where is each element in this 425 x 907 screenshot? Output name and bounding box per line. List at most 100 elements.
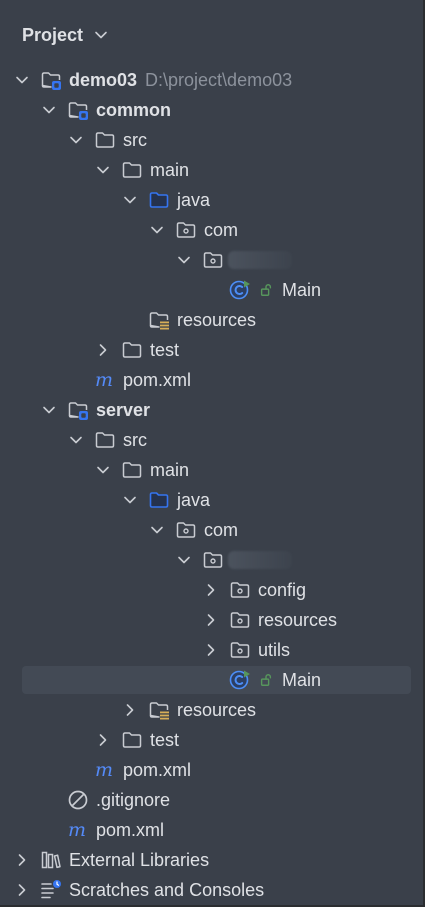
tree-node-server-resources[interactable]: resources <box>0 695 423 725</box>
tree-node-common-main-class[interactable]: Main <box>0 275 423 305</box>
tree-node-label: pom.xml <box>96 820 165 840</box>
collapsed-arrow-icon[interactable] <box>203 582 219 598</box>
module-path: D:\project\demo03 <box>145 70 293 90</box>
maven-icon <box>94 759 116 781</box>
tree-node-label: pom.xml <box>123 370 192 390</box>
collapsed-arrow-icon[interactable] <box>95 342 111 358</box>
collapsed-arrow-icon[interactable] <box>203 612 219 628</box>
tree-node-common-package[interactable] <box>0 245 423 275</box>
tree-node-external-libraries[interactable]: External Libraries <box>0 845 423 875</box>
expanded-arrow-icon[interactable] <box>122 192 138 208</box>
tree-node-label: test <box>150 730 180 750</box>
tree-node-common[interactable]: common <box>0 95 423 125</box>
tree-node-label: Main <box>282 670 322 690</box>
tree-node-scratches[interactable]: Scratches and Consoles <box>0 875 423 905</box>
tree-node-common-src[interactable]: src <box>0 125 423 155</box>
tree-node-common-com[interactable]: com <box>0 215 423 245</box>
expanded-arrow-icon[interactable] <box>41 402 57 418</box>
tree-node-server-resources-package[interactable]: resources <box>0 605 423 635</box>
source-folder-icon <box>148 489 170 511</box>
tree-node-demo03[interactable]: demo03 D:\project\demo03 <box>0 65 423 95</box>
ignored-file-icon <box>67 789 89 811</box>
expanded-arrow-icon[interactable] <box>149 522 165 538</box>
folder-icon <box>121 459 143 481</box>
redacted-label <box>228 551 292 569</box>
package-icon <box>229 639 251 661</box>
collapsed-arrow-icon[interactable] <box>203 642 219 658</box>
tree-node-label: config <box>258 580 307 600</box>
folder-icon <box>121 339 143 361</box>
tree-node-label: pom.xml <box>123 760 192 780</box>
source-folder-icon <box>148 189 170 211</box>
project-view-selector[interactable]: Project <box>22 22 109 48</box>
tree-node-common-pom[interactable]: pom.xml <box>0 365 423 395</box>
module-folder-icon <box>40 69 62 91</box>
tree-node-server-utils[interactable]: utils <box>0 635 423 665</box>
tree-node-server-main-class[interactable]: Main <box>0 665 423 695</box>
package-icon <box>175 219 197 241</box>
panel-title: Project <box>22 24 84 45</box>
tree-node-label: com <box>204 520 239 540</box>
folder-icon <box>121 729 143 751</box>
tree-node-server-config[interactable]: config <box>0 575 423 605</box>
package-icon <box>229 609 251 631</box>
expanded-arrow-icon[interactable] <box>176 552 192 568</box>
expanded-arrow-icon[interactable] <box>68 132 84 148</box>
folder-icon <box>94 429 116 451</box>
tree-node-server-package[interactable] <box>0 545 423 575</box>
package-icon <box>202 249 224 271</box>
tree-node-common-main[interactable]: main <box>0 155 423 185</box>
tree-node-label: resources <box>177 700 257 720</box>
tree-node-server-main[interactable]: main <box>0 455 423 485</box>
expanded-arrow-icon[interactable] <box>68 432 84 448</box>
module-folder-icon <box>67 99 89 121</box>
expanded-arrow-icon[interactable] <box>14 72 30 88</box>
tree-node-server-com[interactable]: com <box>0 515 423 545</box>
resources-folder-icon <box>148 309 170 331</box>
tree-node-label: Main <box>282 280 322 300</box>
package-icon <box>202 549 224 571</box>
library-icon <box>40 849 62 871</box>
runnable-class-icon <box>229 279 251 301</box>
tree-node-label: test <box>150 340 180 360</box>
tree-node-label: demo03 D:\project\demo03 <box>69 69 292 91</box>
package-icon <box>175 519 197 541</box>
expanded-arrow-icon[interactable] <box>95 162 111 178</box>
lock-open-icon <box>259 673 273 687</box>
tree-node-label: Scratches and Consoles <box>69 880 265 900</box>
expanded-arrow-icon[interactable] <box>176 252 192 268</box>
resources-folder-icon <box>148 699 170 721</box>
expanded-arrow-icon[interactable] <box>95 462 111 478</box>
tree-node-label: java <box>177 190 211 210</box>
folder-icon <box>121 159 143 181</box>
tree-node-root-pom[interactable]: pom.xml <box>0 815 423 845</box>
maven-icon <box>67 819 89 841</box>
folder-icon <box>94 129 116 151</box>
expanded-arrow-icon[interactable] <box>41 102 57 118</box>
tree-node-label: server <box>96 400 151 420</box>
tree-node-common-test[interactable]: test <box>0 335 423 365</box>
tree-node-label: java <box>177 490 211 510</box>
tree-node-label: resources <box>258 610 338 630</box>
expanded-arrow-icon[interactable] <box>149 222 165 238</box>
tree-node-label: External Libraries <box>69 850 210 870</box>
tree-node-server-src[interactable]: src <box>0 425 423 455</box>
chevron-down-icon <box>93 27 109 43</box>
tree-node-common-java[interactable]: java <box>0 185 423 215</box>
collapsed-arrow-icon[interactable] <box>95 732 111 748</box>
collapsed-arrow-icon[interactable] <box>14 852 30 868</box>
tree-node-common-resources[interactable]: resources <box>0 305 423 335</box>
tree-node-server-test[interactable]: test <box>0 725 423 755</box>
tree-node-label: common <box>96 100 172 120</box>
tree-node-server[interactable]: server <box>0 395 423 425</box>
scratches-icon <box>40 879 62 901</box>
tree-node-label: src <box>123 130 147 150</box>
tree-node-label: src <box>123 430 147 450</box>
tree-node-gitignore[interactable]: .gitignore <box>0 785 423 815</box>
collapsed-arrow-icon[interactable] <box>122 702 138 718</box>
expanded-arrow-icon[interactable] <box>122 492 138 508</box>
tree-node-server-java[interactable]: java <box>0 485 423 515</box>
collapsed-arrow-icon[interactable] <box>14 882 30 898</box>
tree-node-server-pom[interactable]: pom.xml <box>0 755 423 785</box>
package-icon <box>229 579 251 601</box>
